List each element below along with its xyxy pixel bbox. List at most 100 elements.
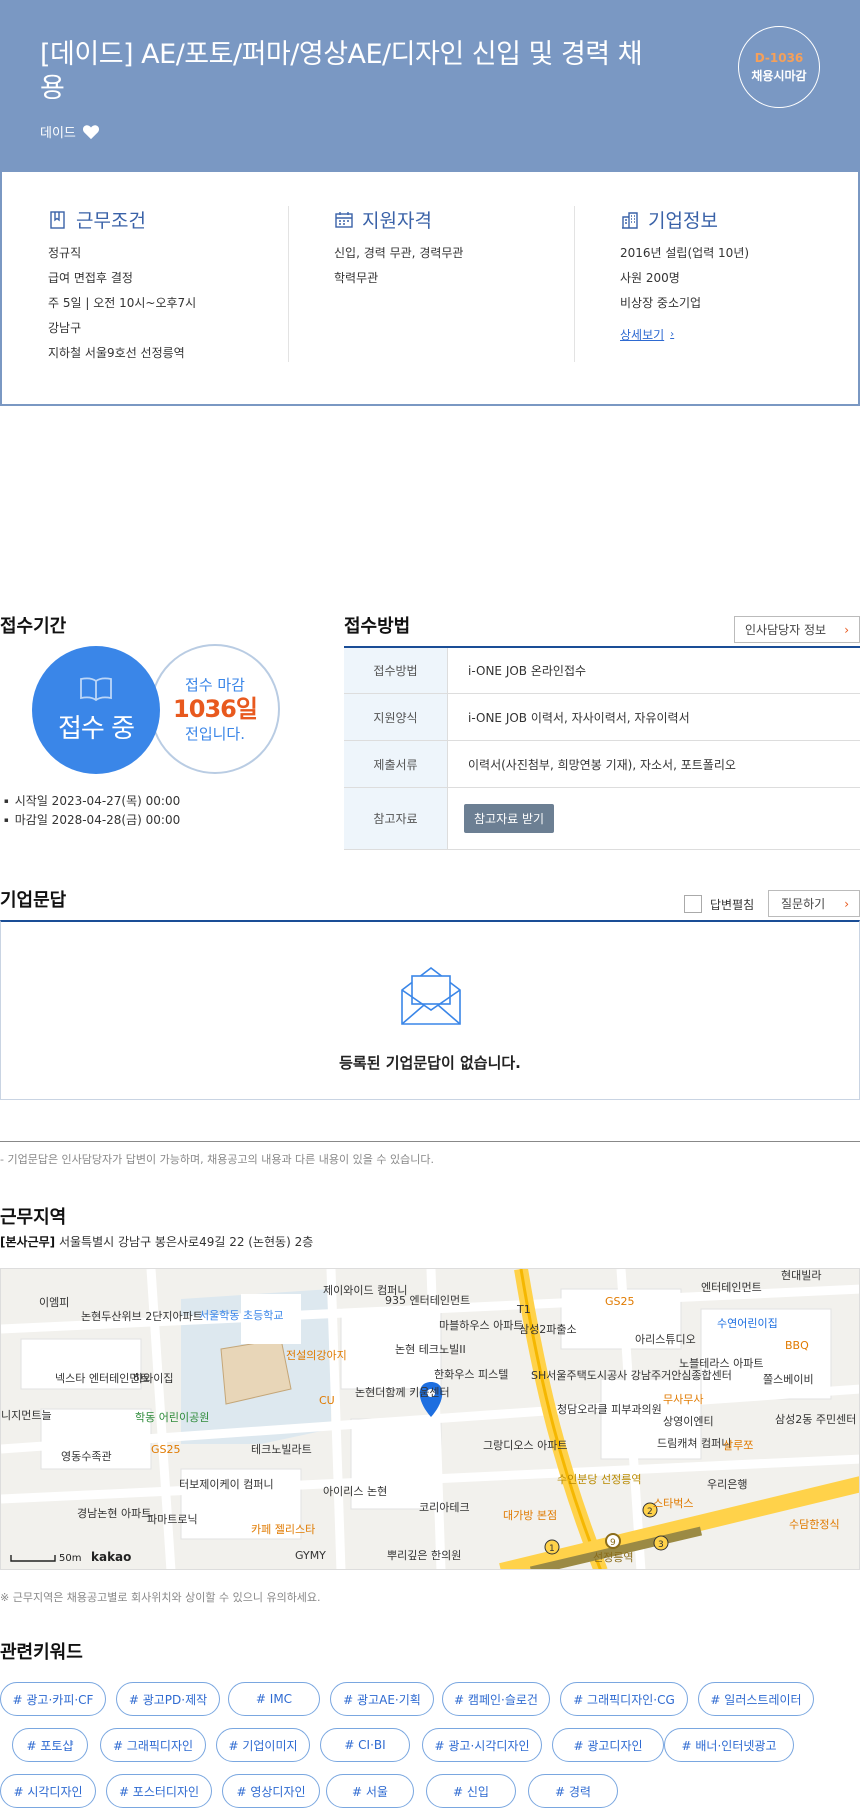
keyword-tag[interactable]: # 배너·인터넷광고 — [664, 1728, 794, 1762]
svg-text:니지먼트늘: 니지먼트늘 — [1, 1409, 52, 1422]
svg-text:카페 젤리스타: 카페 젤리스타 — [251, 1523, 315, 1536]
svg-text:현대빌라: 현대빌라 — [781, 1269, 821, 1282]
document-icon — [50, 210, 65, 229]
qna-notice: - 기업문답은 인사담당자가 답변이 가능하며, 채용공고의 내용과 다른 내용… — [0, 1153, 434, 1166]
svg-text:엔터테인먼트: 엔터테인먼트 — [701, 1281, 762, 1294]
keyword-tag[interactable]: # 기업이미지 — [216, 1728, 310, 1762]
company-info-title: 기업정보 — [620, 206, 840, 233]
work-condition-line: 강남구 — [48, 321, 82, 335]
chevron-right-icon: › — [844, 897, 849, 911]
work-region-title: 근무지역 — [0, 1207, 67, 1228]
company-detail-link[interactable]: 상세보기 › — [620, 326, 674, 343]
keyword-tag[interactable]: # 캠페인·슬로건 — [442, 1682, 550, 1716]
company-info-line: 사원 200명 — [620, 271, 680, 285]
svg-text:이엠피: 이엠피 — [39, 1296, 69, 1309]
chevron-right-icon: › — [670, 329, 675, 340]
svg-text:경남논현 아파트: 경남논현 아파트 — [77, 1507, 151, 1520]
svg-text:노블테라스 아파트: 노블테라스 아파트 — [679, 1357, 763, 1370]
deadline-days: 1036일 — [173, 695, 258, 723]
map-notice: ※ 근무지역은 채용공고별로 회사위치와 상이할 수 있으니 유의하세요. — [0, 1591, 321, 1604]
keyword-tag[interactable]: # 서울 — [326, 1774, 414, 1808]
work-conditions: 근무조건 정규직 급여 면접후 결정 주 5일 | 오전 10시~오후7시 강남… — [48, 206, 288, 364]
svg-text:선정릉역: 선정릉역 — [593, 1551, 633, 1564]
svg-text:BBQ: BBQ — [785, 1339, 809, 1352]
svg-text:아이리스 논현: 아이리스 논현 — [323, 1485, 387, 1498]
svg-text:마블하우스 아파트: 마블하우스 아파트 — [439, 1318, 523, 1332]
keyword-tag[interactable]: # 포토샵 — [12, 1728, 88, 1762]
svg-text:청담오라클 피부과의원: 청담오라클 피부과의원 — [557, 1403, 662, 1416]
keyword-tag[interactable]: # IMC — [228, 1682, 320, 1716]
keyword-tag[interactable]: # 광고디자인 — [552, 1728, 664, 1762]
table-row: 지원양식 i-ONE JOB 이력서, 자사이력서, 자유이력서 — [344, 694, 860, 741]
svg-text:코리아테크: 코리아테크 — [419, 1501, 470, 1514]
qualifications-title: 지원자격 — [334, 206, 574, 233]
keyword-tag[interactable]: # 광고·카피·CF — [0, 1682, 106, 1716]
dday-count: D-1036 — [754, 50, 804, 65]
keyword-tag[interactable]: # 시각디자인 — [0, 1774, 96, 1808]
job-header: [데이드] AE/포토/퍼마/영상AE/디자인 신입 및 경력 채용 데이드 D… — [0, 0, 860, 172]
svg-text:수담한정식: 수담한정식 — [789, 1518, 840, 1531]
svg-text:아리스튜디오: 아리스튜디오 — [635, 1333, 696, 1346]
keyword-tag[interactable]: # 포스터디자인 — [106, 1774, 212, 1808]
reception-dates: 시작일 2023-04-27(목) 00:00 마감일 2028-04-28(금… — [4, 792, 180, 830]
ask-question-button[interactable]: 질문하기 › — [768, 890, 860, 917]
dday-badge: D-1036 채용시마감 — [738, 26, 820, 108]
company-qna-title: 기업문답 — [0, 890, 67, 911]
keyword-tag[interactable]: # 영상디자인 — [222, 1774, 320, 1808]
svg-text:논현더함께 키움센터: 논현더함께 키움센터 — [355, 1386, 450, 1399]
table-row: 참고자료 참고자료 받기 — [344, 788, 860, 850]
svg-text:테크노빌라트: 테크노빌라트 — [251, 1443, 312, 1456]
svg-text:파마트로닉: 파마트로닉 — [147, 1513, 198, 1526]
svg-text:SH서울주택도시공사 강남주거안심종합센터: SH서울주택도시공사 강남주거안심종합센터 — [531, 1369, 732, 1382]
expand-answers-checkbox[interactable] — [684, 895, 702, 913]
keyword-tag[interactable]: # 그래픽디자인·CG — [560, 1682, 688, 1716]
reference-download-button[interactable]: 참고자료 받기 — [464, 804, 555, 833]
svg-text:뿌리깊은 한의원: 뿌리깊은 한의원 — [387, 1549, 461, 1562]
keyword-tag[interactable]: # 광고AE·기획 — [330, 1682, 434, 1716]
expand-answers-toggle[interactable]: 답변펼침 — [684, 895, 754, 913]
reception-method-title: 접수방법 — [344, 616, 411, 637]
deadline-label: 접수 마감 — [185, 676, 245, 694]
svg-text:논현두산위브 2단지아파트: 논현두산위브 2단지아파트 — [81, 1310, 203, 1323]
qualification-line: 신입, 경력 무관, 경력무관 — [334, 246, 464, 260]
reception-period-title: 접수기간 — [0, 616, 67, 637]
keyword-tag[interactable]: # 경력 — [528, 1774, 618, 1808]
work-condition-line: 지하철 서울9호선 선정릉역 — [48, 346, 185, 360]
hr-contact-button[interactable]: 인사담당자 정보 › — [734, 616, 860, 643]
keyword-tag[interactable]: # 그래픽디자인 — [100, 1728, 206, 1762]
svg-text:한화우스 피스텔: 한화우스 피스텔 — [434, 1368, 508, 1381]
company-info: 기업정보 2016년 설립(업력 10년) 사원 200명 비상장 중소기업 상… — [620, 206, 840, 364]
svg-text:1: 1 — [549, 1544, 555, 1554]
keyword-tag[interactable]: # 광고PD·제작 — [116, 1682, 220, 1716]
company-name[interactable]: 데이드 — [40, 122, 76, 141]
start-date: 시작일 2023-04-27(목) 00:00 — [4, 792, 180, 811]
heart-icon[interactable] — [82, 124, 100, 140]
company-info-line: 비상장 중소기업 — [620, 296, 702, 310]
qualifications: 지원자격 신입, 경력 무관, 경력무관 학력무관 — [334, 206, 574, 364]
company-info-line: 2016년 설립(업력 10년) — [620, 246, 750, 260]
keyword-tag[interactable]: # 신입 — [426, 1774, 516, 1808]
related-keywords-title: 관련키워드 — [0, 1642, 83, 1663]
svg-text:드림캐쳐 컴퍼니: 드림캐쳐 컴퍼니 — [657, 1437, 731, 1450]
svg-text:스타벅스: 스타벅스 — [653, 1497, 693, 1510]
svg-text:9: 9 — [610, 1538, 616, 1548]
svg-text:935 엔터테인먼트: 935 엔터테인먼트 — [385, 1294, 470, 1307]
svg-text:그랑디오스 아파트: 그랑디오스 아파트 — [483, 1439, 567, 1452]
job-title: [데이드] AE/포토/퍼마/영상AE/디자인 신입 및 경력 채용 — [40, 39, 643, 104]
svg-text:GYMY: GYMY — [295, 1549, 326, 1562]
work-conditions-title: 근무조건 — [48, 206, 288, 233]
svg-text:우리은행: 우리은행 — [707, 1478, 747, 1491]
svg-text:GS25: GS25 — [151, 1443, 181, 1456]
keyword-tag[interactable]: # CI·BI — [320, 1728, 410, 1762]
svg-text:3: 3 — [658, 1540, 664, 1550]
svg-text:터보제이케이 컴퍼니: 터보제이케이 컴퍼니 — [179, 1478, 274, 1491]
office-address: [본사근무] 서울특별시 강남구 봉은사로49길 22 (논현동) 2층 — [0, 1233, 313, 1250]
location-map[interactable]: 1 2 3 9 이엠피 논현두산위브 2단지아파트 서울학동 초등학교 제이와이… — [0, 1268, 860, 1570]
keyword-tag[interactable]: # 일러스트레이터 — [698, 1682, 814, 1716]
svg-text:살루쪼: 살루쪼 — [723, 1439, 753, 1452]
work-condition-line: 주 5일 | 오전 10시~오후7시 — [48, 296, 197, 310]
building-icon — [622, 211, 638, 229]
work-condition-line: 정규직 — [48, 246, 82, 260]
svg-text:하와이집: 하와이집 — [133, 1371, 173, 1385]
keyword-tag[interactable]: # 광고·시각디자인 — [422, 1728, 542, 1762]
